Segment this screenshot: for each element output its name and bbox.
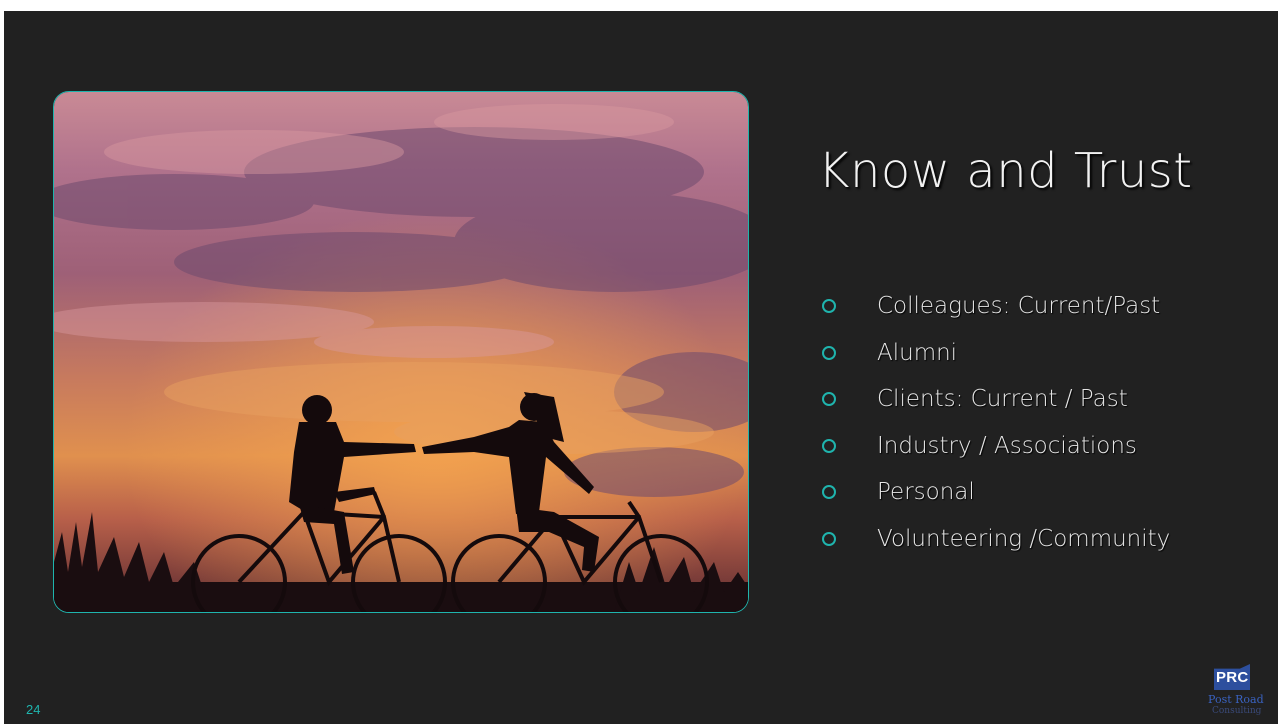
bullet-list: Colleagues: Current/Past Alumni Clients:… bbox=[822, 283, 1170, 562]
list-item: Volunteering /Community bbox=[822, 516, 1170, 563]
bullet-text: Personal bbox=[877, 479, 975, 506]
bullet-text: Colleagues: Current/Past bbox=[877, 293, 1161, 320]
list-item: Alumni bbox=[822, 330, 1170, 377]
list-item: Colleagues: Current/Past bbox=[822, 283, 1170, 330]
bullet-text: Clients: Current / Past bbox=[877, 386, 1128, 413]
slide-title: Know and Trust bbox=[818, 143, 1193, 199]
slide-number: 24 bbox=[26, 702, 41, 717]
company-logo: PRC Post Road Consulting bbox=[1202, 656, 1274, 724]
list-item: Personal bbox=[822, 469, 1170, 516]
circle-bullet-icon bbox=[822, 392, 836, 407]
circle-bullet-icon bbox=[822, 438, 836, 453]
list-item: Industry / Associations bbox=[822, 423, 1170, 470]
logo-company-subtitle: Consulting bbox=[1212, 706, 1262, 716]
slide: Know and Trust Colleagues: Current/Past … bbox=[4, 11, 1278, 724]
photo-illustration bbox=[54, 92, 748, 612]
circle-bullet-icon bbox=[822, 485, 836, 500]
list-item: Clients: Current / Past bbox=[822, 376, 1170, 423]
bullet-text: Industry / Associations bbox=[877, 432, 1137, 459]
circle-bullet-icon bbox=[822, 345, 836, 360]
logo-badge-text: PRC bbox=[1216, 669, 1249, 686]
logo-company-name: Post Road bbox=[1208, 693, 1264, 706]
sunset-cyclists-photo[interactable] bbox=[53, 91, 749, 613]
bullet-text: Alumni bbox=[877, 339, 958, 366]
circle-bullet-icon bbox=[822, 531, 836, 546]
circle-bullet-icon bbox=[822, 299, 836, 314]
bullet-text: Volunteering /Community bbox=[877, 525, 1171, 552]
